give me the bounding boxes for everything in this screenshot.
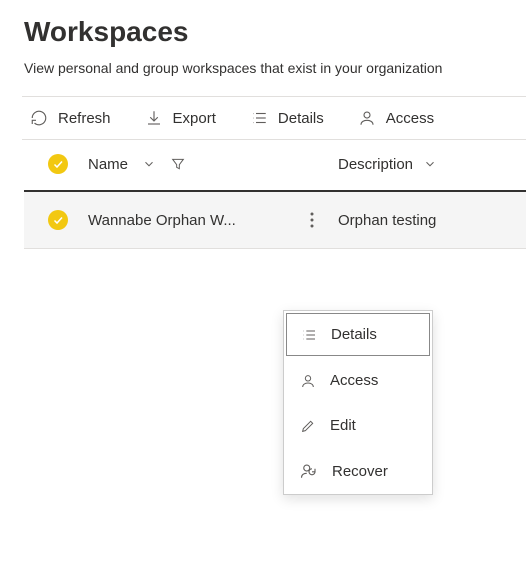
- export-button[interactable]: Export: [141, 107, 220, 129]
- access-label: Access: [386, 110, 434, 127]
- context-menu-item-label: Recover: [332, 463, 388, 480]
- column-header-description[interactable]: Description: [338, 156, 413, 173]
- row-name: Wannabe Orphan W...: [88, 212, 236, 229]
- pencil-icon: [300, 418, 316, 434]
- list-icon: [250, 109, 268, 127]
- refresh-button[interactable]: Refresh: [26, 107, 115, 129]
- page-title: Workspaces: [24, 16, 526, 48]
- row-description: Orphan testing: [338, 212, 436, 229]
- context-menu-item-label: Details: [331, 326, 377, 343]
- context-menu-details[interactable]: Details: [286, 313, 430, 356]
- select-all-checkbox[interactable]: [48, 154, 68, 174]
- more-options-icon[interactable]: [310, 212, 314, 228]
- filter-icon[interactable]: [170, 156, 186, 172]
- row-checkbox[interactable]: [48, 210, 68, 230]
- context-menu-recover[interactable]: Recover: [284, 448, 432, 494]
- table-header: Name Description: [24, 140, 526, 192]
- column-header-name[interactable]: Name: [88, 156, 128, 173]
- refresh-icon: [30, 109, 48, 127]
- chevron-down-icon[interactable]: [423, 157, 437, 171]
- access-button[interactable]: Access: [354, 107, 438, 129]
- details-label: Details: [278, 110, 324, 127]
- person-icon: [300, 373, 316, 389]
- recover-icon: [300, 462, 318, 480]
- table-row[interactable]: Wannabe Orphan W... Orphan testing: [24, 192, 526, 249]
- context-menu-edit[interactable]: Edit: [284, 403, 432, 448]
- export-label: Export: [173, 110, 216, 127]
- refresh-label: Refresh: [58, 110, 111, 127]
- page-subtitle: View personal and group workspaces that …: [24, 60, 526, 76]
- list-icon: [301, 327, 317, 343]
- context-menu-access[interactable]: Access: [284, 358, 432, 403]
- person-icon: [358, 109, 376, 127]
- context-menu-item-label: Access: [330, 372, 378, 389]
- context-menu: Details Access Edit Recover: [283, 310, 433, 495]
- context-menu-item-label: Edit: [330, 417, 356, 434]
- download-icon: [145, 109, 163, 127]
- chevron-down-icon[interactable]: [142, 157, 156, 171]
- details-button[interactable]: Details: [246, 107, 328, 129]
- toolbar: Refresh Export Details: [22, 96, 526, 140]
